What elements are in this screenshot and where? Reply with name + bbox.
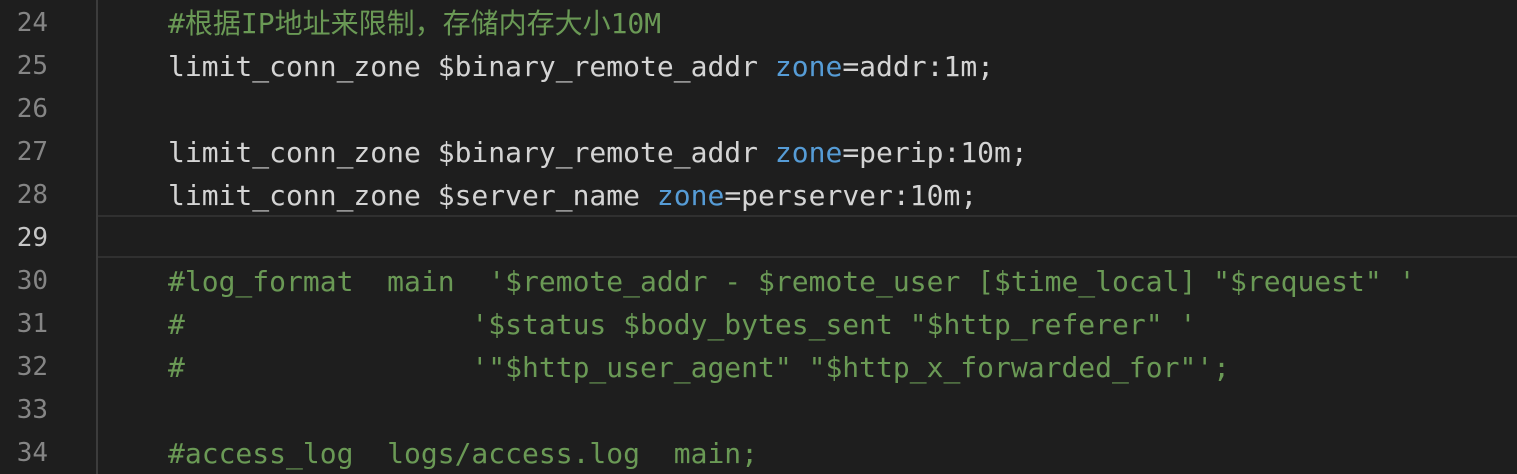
line-content: #access_log logs/access.log main; [168,432,758,474]
code-line[interactable]: 25 limit_conn_zone $binary_remote_addr zo… [0,45,1517,88]
code-token-text: =perip:10m; [842,136,1028,169]
line-number: 30 [16,266,48,296]
line-number: 26 [16,94,48,124]
line-number: 28 [16,180,48,210]
code-line[interactable]: 26 [0,88,1517,131]
line-content: # '"$http_user_agent" "$http_x_forwarded… [168,346,1230,389]
line-number: 24 [16,8,48,38]
code-token-keyword: zone [656,179,725,212]
code-token-comment: #access_log logs/access.log main; [168,437,759,470]
code-line[interactable]: 32 # '"$http_user_agent" "$http_x_forward… [0,346,1517,389]
line-number: 33 [16,395,48,425]
code-token-comment: #log_format main '$remote_addr - $remote… [168,265,1416,298]
code-line[interactable]: 31 # '$status $body_bytes_sent "$http_ref… [0,303,1517,346]
code-token-text: =addr:1m; [842,50,995,83]
line-content: # '$status $body_bytes_sent "$http_refer… [168,303,1196,346]
code-token-comment: # '"$http_user_agent" "$http_x_forwarded… [168,351,1231,384]
line-content: #log_format main '$remote_addr - $remote… [168,260,1415,303]
code-token-text: limit_conn_zone $binary_remote_addr [168,50,775,83]
code-token-text: limit_conn_zone $server_name [168,179,657,212]
code-line[interactable]: 33 [0,389,1517,432]
code-line[interactable]: 27 limit_conn_zone $binary_remote_addr zo… [0,131,1517,174]
code-line[interactable]: 28 limit_conn_zone $server_name zone=pers… [0,174,1517,217]
code-line[interactable]: 34 #access_log logs/access.log main; [0,432,1517,474]
line-number: 34 [16,438,48,468]
code-token-comment: #根据IP地址来限制，存储内存大小10M [168,7,662,40]
line-number: 32 [16,352,48,382]
line-number: 27 [16,137,48,167]
line-number: 31 [16,309,48,339]
line-number: 25 [16,51,48,81]
code-line[interactable]: 24 #根据IP地址来限制，存储内存大小10M [0,2,1517,45]
line-content: limit_conn_zone $binary_remote_addr zone… [168,131,1028,174]
code-line[interactable]: 29 [0,217,1517,260]
code-token-text: limit_conn_zone $binary_remote_addr [168,136,775,169]
code-token-keyword: zone [774,50,843,83]
code-token-comment: # '$status $body_bytes_sent "$http_refer… [168,308,1197,341]
line-content: limit_conn_zone $server_name zone=perser… [168,174,977,217]
code-token-text: =perserver:10m; [724,179,978,212]
code-editor[interactable]: 24 #根据IP地址来限制，存储内存大小10M 25 limit_conn_zone … [0,0,1517,474]
line-number: 29 [16,223,48,253]
code-line[interactable]: 30 #log_format main '$remote_addr - $remo… [0,260,1517,303]
code-token-keyword: zone [774,136,843,169]
line-content: #根据IP地址来限制，存储内存大小10M [168,2,661,45]
line-content: limit_conn_zone $binary_remote_addr zone… [168,45,994,88]
